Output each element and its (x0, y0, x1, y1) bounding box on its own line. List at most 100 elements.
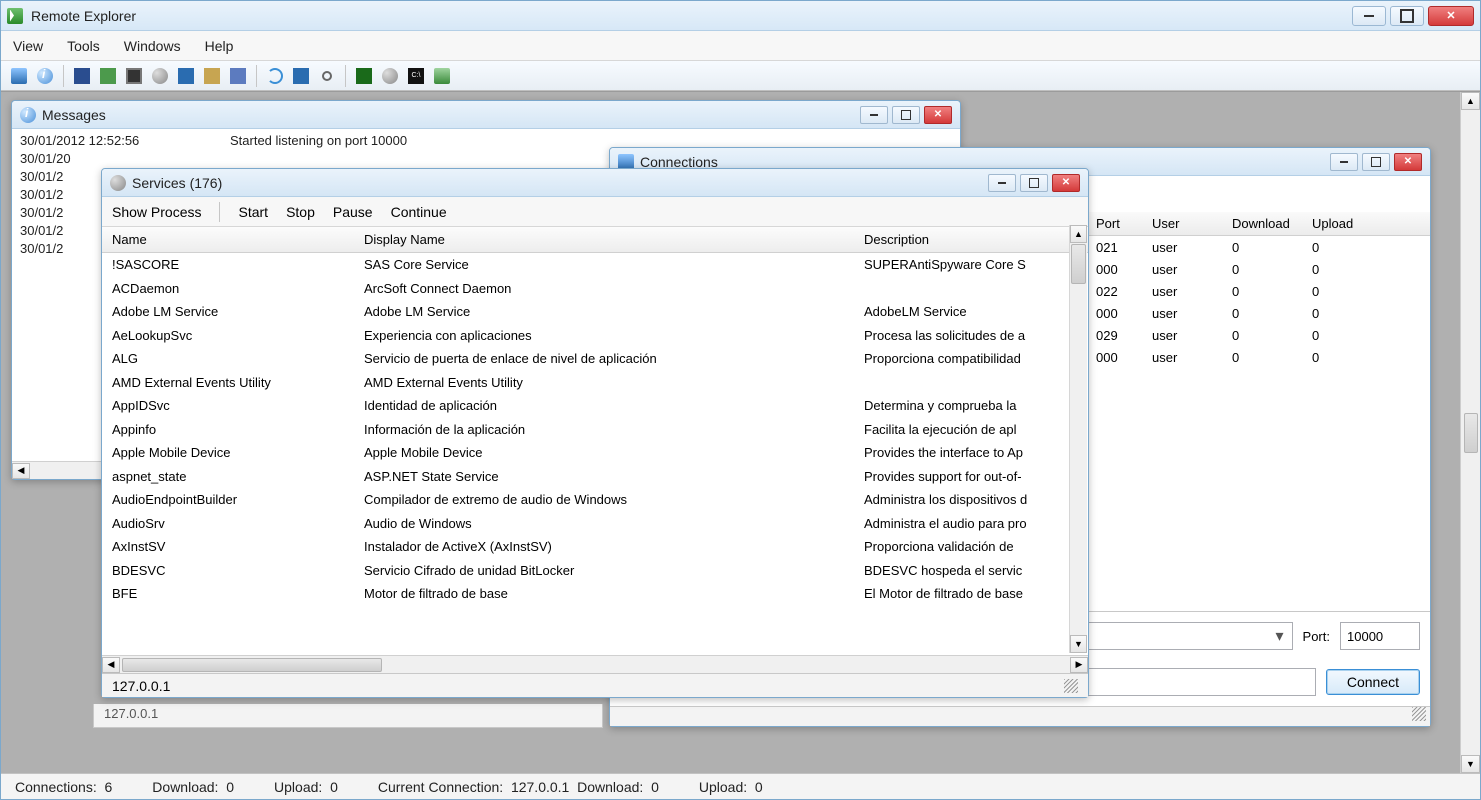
services-close-button[interactable] (1052, 174, 1080, 192)
service-row[interactable]: Adobe LM ServiceAdobe LM ServiceAdobeLM … (102, 300, 1088, 324)
port-input[interactable]: 10000 (1340, 622, 1420, 650)
services-continue[interactable]: Continue (391, 204, 447, 220)
services-window: Services (176) Show Process Start Stop P… (101, 168, 1089, 698)
toolbar-btn-16[interactable] (432, 66, 452, 86)
toolbar-info-icon[interactable] (35, 66, 55, 86)
messages-title: Messages (42, 107, 106, 123)
messages-minimize-button[interactable] (860, 106, 888, 124)
services-minimize-button[interactable] (988, 174, 1016, 192)
service-row[interactable]: BDESVCServicio Cifrado de unidad BitLock… (102, 559, 1088, 583)
toolbar-cmd-icon[interactable]: C:\ (406, 66, 426, 86)
toolbar-btn-9[interactable] (228, 66, 248, 86)
col-description[interactable]: Description (864, 232, 1088, 247)
services-vscroll[interactable]: ▲ ▼ (1069, 225, 1087, 653)
scroll-left-icon[interactable]: ◀ (12, 463, 30, 479)
resize-grip-icon[interactable] (1064, 679, 1078, 693)
service-row[interactable]: AudioSrvAudio de WindowsAdministra el au… (102, 512, 1088, 536)
menu-view[interactable]: View (13, 38, 43, 54)
services-maximize-button[interactable] (1020, 174, 1048, 192)
service-row[interactable]: aspnet_stateASP.NET State ServiceProvide… (102, 465, 1088, 489)
services-hscroll[interactable]: ◀ ▶ (102, 655, 1088, 673)
services-titlebar[interactable]: Services (176) (102, 169, 1088, 197)
services-show-process[interactable]: Show Process (112, 204, 201, 220)
col-upload[interactable]: Upload (1306, 216, 1386, 231)
cell-display: Motor de filtrado de base (364, 586, 864, 601)
connections-minimize-button[interactable] (1330, 153, 1358, 171)
service-row[interactable]: AppIDSvcIdentidad de aplicaciónDetermina… (102, 394, 1088, 418)
service-row[interactable]: AppinfoInformación de la aplicaciónFacil… (102, 418, 1088, 442)
close-button[interactable] (1428, 6, 1474, 26)
col-user[interactable]: User (1146, 216, 1226, 231)
service-row[interactable]: AudioEndpointBuilderCompilador de extrem… (102, 488, 1088, 512)
scroll-left-icon[interactable]: ◀ (102, 657, 120, 673)
toolbar-btn-8[interactable] (202, 66, 222, 86)
scroll-right-icon[interactable]: ▶ (1070, 657, 1088, 673)
service-row[interactable]: AMD External Events UtilityAMD External … (102, 371, 1088, 395)
cell-display: ArcSoft Connect Daemon (364, 281, 864, 296)
toolbar-search-icon[interactable] (317, 66, 337, 86)
mdi-vscroll[interactable]: ▲ ▼ (1460, 92, 1480, 773)
toolbar-btn-13[interactable] (354, 66, 374, 86)
toolbar-btn-11[interactable] (291, 66, 311, 86)
scroll-down-icon[interactable]: ▼ (1461, 755, 1480, 773)
toolbar-btn-3[interactable] (72, 66, 92, 86)
scroll-down-icon[interactable]: ▼ (1070, 635, 1087, 653)
col-name[interactable]: Name (102, 232, 364, 247)
service-row[interactable]: BFEMotor de filtrado de baseEl Motor de … (102, 582, 1088, 606)
service-row[interactable]: !SASCORESAS Core ServiceSUPERAntiSpyware… (102, 253, 1088, 277)
toolbar-btn-5[interactable] (124, 66, 144, 86)
col-display-name[interactable]: Display Name (364, 232, 864, 247)
cell-desc: Procesa las solicitudes de a (864, 328, 1088, 343)
connections-maximize-button[interactable] (1362, 153, 1390, 171)
toolbar-refresh-icon[interactable] (265, 66, 285, 86)
mdi-area: ▲ ▼ Messages 30/01/2012 12:52:56Started … (1, 91, 1480, 773)
messages-titlebar[interactable]: Messages (12, 101, 960, 129)
connections-close-button[interactable] (1394, 153, 1422, 171)
scroll-up-icon[interactable]: ▲ (1070, 225, 1087, 243)
connect-button[interactable]: Connect (1326, 669, 1420, 695)
toolbar-connections-icon[interactable] (9, 66, 29, 86)
resize-grip-icon[interactable] (1412, 707, 1426, 721)
maximize-button[interactable] (1390, 6, 1424, 26)
services-body: Name Display Name Description !SASCORESA… (102, 227, 1088, 673)
service-row[interactable]: AxInstSVInstalador de ActiveX (AxInstSV)… (102, 535, 1088, 559)
cell-name: BDESVC (102, 563, 364, 578)
messages-close-button[interactable] (924, 106, 952, 124)
cell-display: Audio de Windows (364, 516, 864, 531)
menu-tools[interactable]: Tools (67, 38, 100, 54)
toolbar-btn-6[interactable] (150, 66, 170, 86)
cell-download: 0 (1226, 306, 1306, 321)
col-download[interactable]: Download (1226, 216, 1306, 231)
cell-display: Instalador de ActiveX (AxInstSV) (364, 539, 864, 554)
scroll-up-icon[interactable]: ▲ (1461, 92, 1480, 110)
service-row[interactable]: Apple Mobile DeviceApple Mobile DevicePr… (102, 441, 1088, 465)
vscroll-thumb[interactable] (1071, 244, 1086, 284)
cell-name: Adobe LM Service (102, 304, 364, 319)
minimize-button[interactable] (1352, 6, 1386, 26)
service-row[interactable]: AeLookupSvcExperiencia con aplicacionesP… (102, 324, 1088, 348)
col-port[interactable]: Port (1090, 216, 1146, 231)
cell-upload: 0 (1306, 350, 1386, 365)
toolbar-btn-7[interactable] (176, 66, 196, 86)
cell-display: Servicio de puerta de enlace de nivel de… (364, 351, 864, 366)
cell-port: 029 (1090, 328, 1146, 343)
services-start[interactable]: Start (238, 204, 268, 220)
cell-display: ASP.NET State Service (364, 469, 864, 484)
cell-name: Appinfo (102, 422, 364, 437)
service-row[interactable]: ACDaemonArcSoft Connect Daemon (102, 277, 1088, 301)
scroll-thumb[interactable] (1464, 413, 1478, 453)
service-row[interactable]: ALGServicio de puerta de enlace de nivel… (102, 347, 1088, 371)
toolbar-btn-14[interactable] (380, 66, 400, 86)
menu-help[interactable]: Help (205, 38, 234, 54)
cell-download: 0 (1226, 350, 1306, 365)
toolbar-btn-4[interactable] (98, 66, 118, 86)
cell-desc: SUPERAntiSpyware Core S (864, 257, 1088, 272)
hscroll-thumb[interactable] (122, 658, 382, 672)
toolbar: C:\ (1, 61, 1480, 91)
services-stop[interactable]: Stop (286, 204, 315, 220)
cell-port: 000 (1090, 262, 1146, 277)
services-pause[interactable]: Pause (333, 204, 373, 220)
cell-upload: 0 (1306, 262, 1386, 277)
menu-windows[interactable]: Windows (124, 38, 181, 54)
messages-maximize-button[interactable] (892, 106, 920, 124)
